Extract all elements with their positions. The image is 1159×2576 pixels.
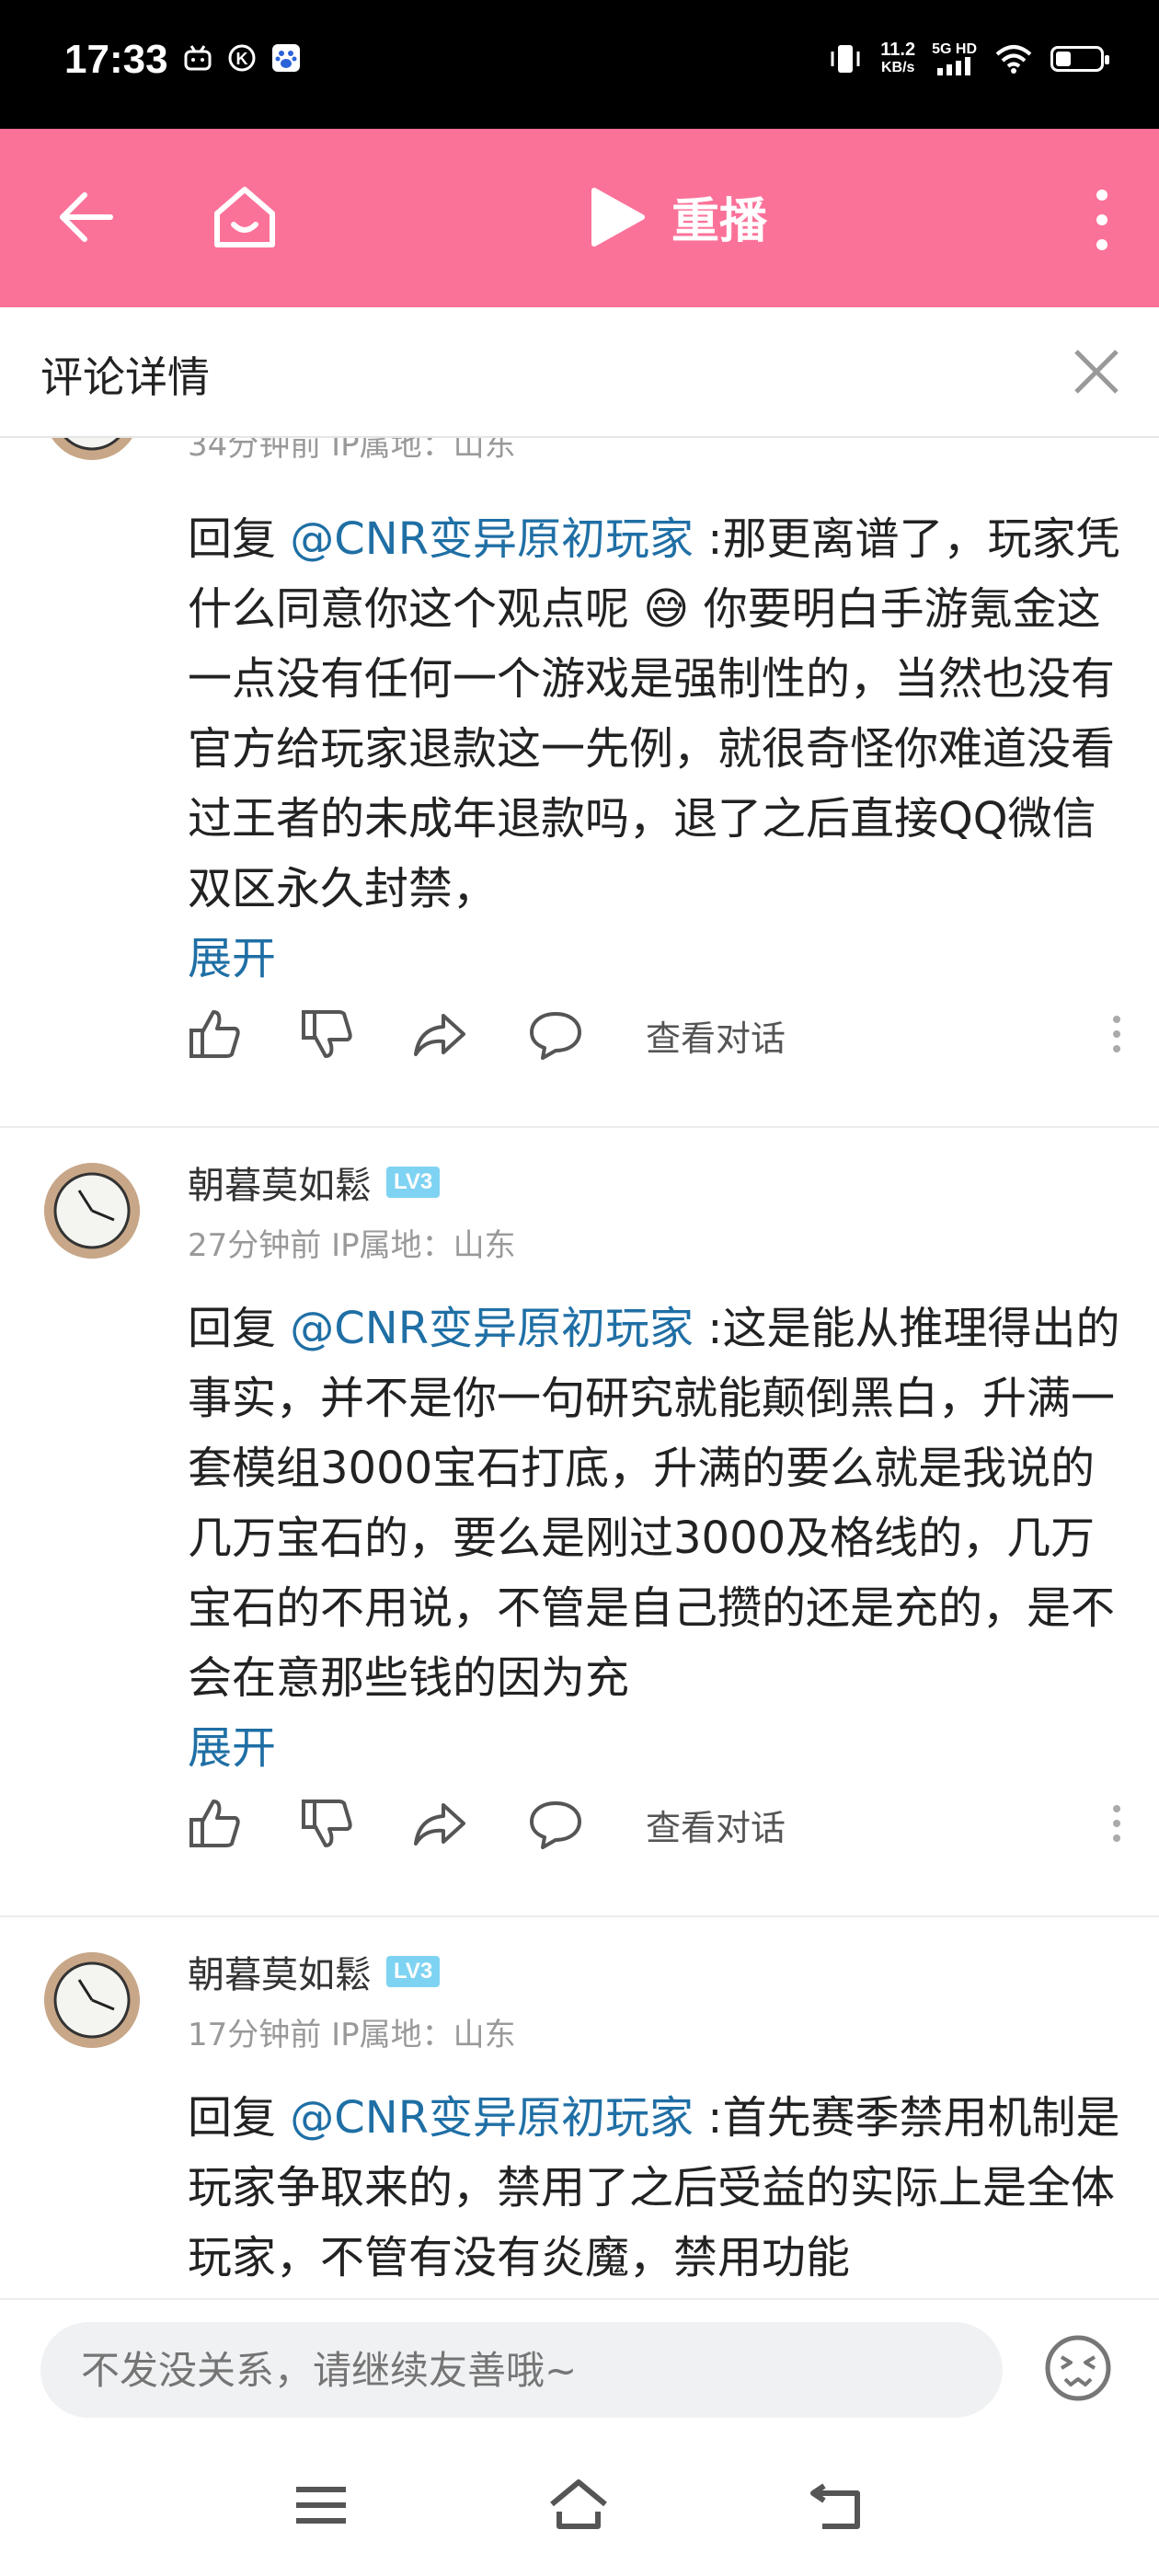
home-button[interactable]	[210, 184, 280, 250]
comment-actions: 查看对话	[188, 1796, 1126, 1851]
comment-body: :这是能从推理得出的事实，并不是你一句研究就能颠倒黑白，升满一套模组3000宝石…	[188, 1303, 1120, 1704]
comment-bubble-icon[interactable]	[528, 1796, 583, 1851]
reply-prefix: 回复	[188, 1303, 291, 1354]
avatar[interactable]	[44, 1163, 140, 1259]
comment-actions: 查看对话	[188, 1006, 1126, 1062]
home-icon	[214, 187, 275, 247]
emoji-icon	[1045, 2335, 1111, 2401]
reply-bar	[0, 2298, 1159, 2420]
status-app-icons: K	[182, 42, 302, 74]
more-vertical-icon	[1096, 190, 1107, 250]
more-vertical-icon[interactable]	[1107, 1006, 1126, 1062]
replay-button[interactable]: 重播	[589, 182, 767, 251]
level-badge: LV3	[386, 1167, 441, 1198]
comment-input[interactable]	[40, 2322, 1003, 2418]
avatar[interactable]	[44, 438, 140, 460]
clock-avatar-icon	[44, 1952, 140, 2048]
comment-meta: 17分钟前 IP属地：山东	[188, 2017, 516, 2053]
more-vertical-icon[interactable]	[1107, 1796, 1126, 1851]
thumbs-down-icon[interactable]	[300, 1006, 355, 1062]
thumbs-up-icon[interactable]	[188, 1006, 243, 1062]
emoji-button[interactable]	[1043, 2333, 1113, 2403]
status-bar: 17:33 K 11.2 KB/s 5G HD	[0, 0, 1159, 129]
username[interactable]: 朝暮莫如鬆	[188, 1945, 372, 1998]
comment-bubble-icon[interactable]	[528, 1006, 583, 1062]
back-return-icon	[810, 2483, 860, 2529]
wifi-icon	[995, 45, 1032, 74]
replay-label: 重播	[671, 194, 768, 249]
mention-link[interactable]: @CNR变异原初玩家	[290, 513, 694, 565]
username-row: 朝暮莫如鬆 LV3	[188, 1156, 441, 1209]
network-speed-value: 11.2	[880, 40, 916, 60]
more-options-button[interactable]	[1089, 188, 1115, 252]
home-nav-button[interactable]	[546, 2473, 611, 2537]
arrow-left-icon	[60, 192, 113, 242]
baidu-icon	[270, 42, 302, 74]
mention-link[interactable]: @CNR变异原初玩家	[290, 2092, 694, 2144]
svg-text:K: K	[236, 50, 248, 68]
thumbs-down-icon[interactable]	[300, 1796, 355, 1851]
close-button[interactable]	[1071, 346, 1122, 397]
share-icon[interactable]	[412, 1006, 467, 1062]
top-nav-bar: 重播	[0, 129, 1159, 307]
level-badge: LV3	[386, 1956, 441, 1987]
play-icon	[591, 187, 645, 247]
clock-avatar-icon	[44, 1163, 140, 1259]
status-right: 11.2 KB/s 5G HD	[827, 40, 1109, 77]
avatar[interactable]	[44, 1952, 140, 2048]
battery-icon	[1050, 46, 1109, 72]
menu-button[interactable]	[289, 2473, 353, 2537]
network-speed: 11.2 KB/s	[880, 40, 915, 77]
expand-link[interactable]: 展开	[188, 1713, 1122, 1783]
sweat-smile-emoji: 😅	[643, 583, 690, 635]
comment-text: 回复 @CNR变异原初玩家 :这是能从推理得出的事实，并不是你一句研究就能颠倒黑…	[188, 1294, 1122, 1783]
clock-avatar-icon	[52, 438, 132, 460]
bilibili-icon	[182, 42, 213, 74]
comment-text: 回复 @CNR变异原初玩家 :那更离谱了，玩家凭什么同意你这个观点呢 😅 你要明…	[188, 504, 1122, 994]
divider	[0, 1915, 1159, 1917]
share-icon[interactable]	[412, 1796, 467, 1851]
comment-detail-header: 评论详情	[0, 307, 1159, 438]
k-circle-icon: K	[226, 42, 258, 74]
reply-prefix: 回复	[188, 513, 291, 565]
status-time: 17:33	[64, 37, 168, 82]
expand-link[interactable]: 展开	[188, 924, 1122, 994]
network-speed-unit: KB/s	[880, 60, 915, 75]
vibrate-icon	[831, 45, 860, 73]
comment-text: 回复 @CNR变异原初玩家 :首先赛季禁用机制是玩家争取来的，禁用了之后受益的实…	[188, 2083, 1122, 2293]
reply-prefix: 回复	[188, 2092, 291, 2144]
back-nav-button[interactable]	[806, 2473, 870, 2537]
signal-icon: 5G HD	[932, 42, 977, 75]
divider	[0, 1126, 1159, 1128]
battery-fill	[1056, 52, 1071, 66]
comment-detail-title: 评论详情	[40, 352, 210, 402]
view-dialog-link[interactable]: 查看对话	[646, 1010, 786, 1061]
menu-icon	[296, 2487, 346, 2524]
username-row: 朝暮莫如鬆 LV3	[188, 1945, 441, 1998]
close-icon	[1074, 350, 1119, 394]
mention-link[interactable]: @CNR变异原初玩家	[290, 1303, 694, 1354]
thumbs-up-icon[interactable]	[188, 1796, 243, 1851]
home-outline-icon	[550, 2479, 607, 2529]
back-button[interactable]	[57, 188, 116, 247]
system-nav-bar	[0, 2418, 1159, 2576]
comment-list[interactable]: 34分钟前 IP属地：山东 回复 @CNR变异原初玩家 :那更离谱了，玩家凭什么…	[0, 438, 1159, 2298]
username[interactable]: 朝暮莫如鬆	[188, 1156, 372, 1209]
comment-meta: 27分钟前 IP属地：山东	[188, 1227, 516, 1264]
view-dialog-link[interactable]: 查看对话	[646, 1800, 786, 1850]
comment-meta: 34分钟前 IP属地：山东	[188, 438, 516, 464]
network-type: 5G HD	[932, 41, 977, 57]
